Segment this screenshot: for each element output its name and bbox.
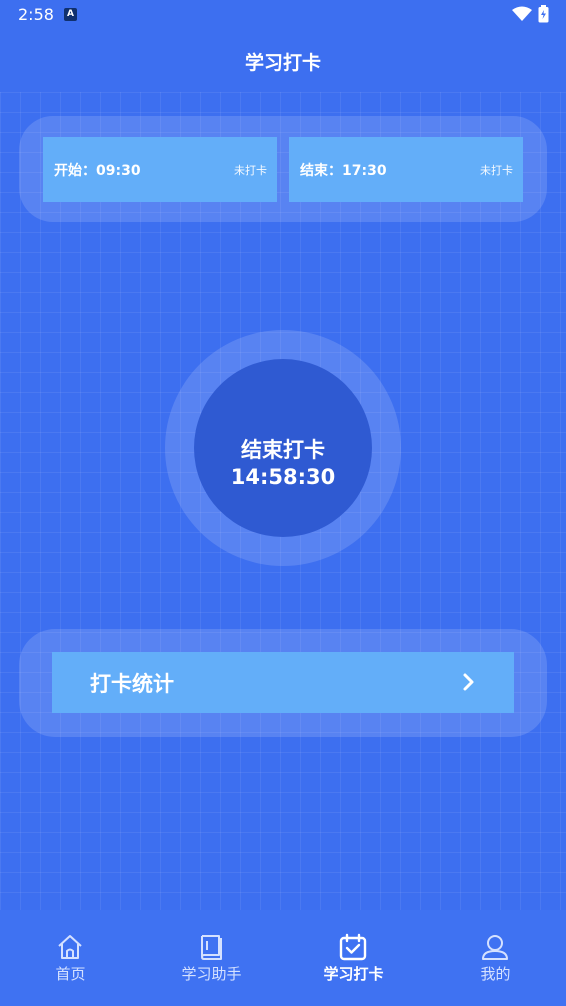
tab-home-label: 首页 <box>55 965 86 983</box>
end-time-label: 结束：17:30 <box>300 163 387 179</box>
page-title: 学习打卡 <box>244 52 321 74</box>
wifi-icon <box>512 6 532 21</box>
book-icon <box>201 935 222 960</box>
status-bar: 2:58 A <box>0 0 566 30</box>
tab-study-checkin[interactable]: 学习打卡 <box>283 910 424 1006</box>
tab-mine[interactable]: 我的 <box>425 910 566 1006</box>
bottom-tab-bar: 首页 学习助手 学习打卡 我的 <box>0 910 566 1006</box>
calendar-check-icon <box>339 933 367 961</box>
battery-icon <box>538 5 549 23</box>
tab-home[interactable]: 首页 <box>0 910 141 1006</box>
tab-study-assistant[interactable]: 学习助手 <box>141 910 282 1006</box>
tab-study-assistant-label: 学习助手 <box>181 965 242 983</box>
end-punch-card: 结束：17:30 未打卡 <box>289 137 523 202</box>
start-time-label: 开始：09:30 <box>54 163 141 179</box>
start-punch-status: 未打卡 <box>234 164 267 177</box>
start-punch-card: 开始：09:30 未打卡 <box>43 137 277 202</box>
chevron-right-icon <box>463 673 474 691</box>
tab-study-checkin-label: 学习打卡 <box>323 965 384 983</box>
stats-label: 打卡统计 <box>90 672 174 696</box>
a-icon: A <box>64 8 77 21</box>
current-time: 14:58:30 <box>230 465 336 489</box>
home-icon <box>58 935 82 959</box>
end-punch-status: 未打卡 <box>480 164 513 177</box>
clock-out-label: 结束打卡 <box>241 438 325 462</box>
person-icon <box>482 935 508 960</box>
tab-mine-label: 我的 <box>480 965 511 983</box>
status-time: 2:58 <box>18 5 54 24</box>
stats-button[interactable]: 打卡统计 <box>52 652 514 713</box>
clock-out-button[interactable]: 结束打卡 14:58:30 <box>194 359 372 537</box>
